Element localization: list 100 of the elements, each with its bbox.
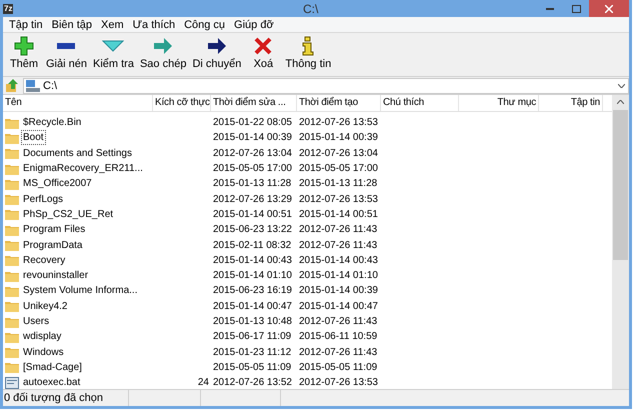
close-button[interactable] [589, 0, 629, 17]
menu-item[interactable]: Công cụ [180, 18, 230, 32]
table-cell: 2015-05-05 11:09 [299, 362, 378, 373]
folder-icon [5, 346, 19, 358]
toolbar-button[interactable]: Di chuyển [189, 36, 244, 71]
folder-icon [5, 316, 19, 328]
scrollbar[interactable] [612, 95, 629, 389]
column-header[interactable]: Kích cỡ thực [153, 95, 211, 111]
app-logo: 7z [3, 4, 14, 14]
table-cell: 2015-01-14 00:39 [299, 132, 378, 144]
column-header[interactable]: Tập tin [539, 95, 603, 111]
file-name[interactable]: Recovery [22, 254, 66, 267]
table-cell: 2015-01-14 00:51 [213, 208, 292, 220]
column-header[interactable]: Chú thích [381, 95, 459, 111]
menu-item[interactable]: Giúp đỡ [230, 18, 278, 32]
file-name[interactable]: revouninstaller [22, 269, 90, 282]
file-name[interactable]: Unikey4.2 [22, 300, 68, 313]
file-name[interactable]: [Smad-Cage] [22, 360, 83, 374]
folder-icon [5, 300, 19, 312]
close-icon [605, 4, 613, 12]
menu-item[interactable]: Xem [97, 18, 128, 32]
address-field[interactable]: C:\ [23, 78, 629, 94]
file-name[interactable]: EnigmaRecovery_ER211... [22, 162, 144, 176]
folder-icon [5, 208, 19, 220]
table-cell: 2012-07-26 11:43 [299, 240, 378, 251]
folder-up-icon [6, 79, 18, 92]
column-header[interactable]: Thời điểm sửa ... [211, 95, 297, 111]
table-cell: 2012-07-26 13:52 [213, 377, 292, 388]
folder-icon [5, 254, 19, 266]
table-cell: 2012-07-26 11:43 [299, 224, 378, 236]
toolbar-button[interactable]: Giải nén [43, 36, 90, 71]
file-name[interactable]: $Recycle.Bin [22, 116, 82, 130]
table-cell: 2015-05-05 17:00 [213, 163, 292, 174]
up-folder-button[interactable] [5, 78, 19, 92]
arrow-right-icon [152, 36, 174, 56]
table-cell: 2015-01-14 01:10 [213, 270, 292, 282]
file-name[interactable]: System Volume Informa... [22, 284, 138, 298]
table-cell: 2015-01-14 00:43 [299, 254, 378, 266]
table-cell: 2015-01-14 00:47 [299, 300, 378, 312]
file-name[interactable]: Users [22, 315, 50, 328]
table-cell: 2012-07-26 13:29 [213, 194, 292, 205]
toolbar-button[interactable]: Kiểm tra [90, 36, 137, 71]
file-name[interactable]: ProgramData [22, 238, 84, 252]
folder-icon [5, 224, 19, 236]
column-header[interactable]: Thời điểm tạo [297, 95, 381, 111]
folder-icon [5, 193, 19, 206]
menu-item[interactable]: Biên tập [48, 18, 96, 32]
info-icon [301, 36, 316, 56]
table-cell: 2015-01-14 00:39 [299, 285, 378, 296]
file-name[interactable]: Windows [22, 346, 65, 359]
table-cell: 2015-05-05 17:00 [299, 163, 378, 174]
table-cell: 2015-06-11 10:59 [299, 331, 378, 342]
table-cell: 2015-01-14 00:39 [213, 132, 292, 144]
file-name[interactable]: Boot [22, 131, 45, 144]
status-text: 0 đối tượng đã chọn [3, 390, 129, 406]
maximize-icon [572, 4, 580, 12]
table-cell: 2012-07-26 13:53 [299, 117, 378, 128]
folder-icon [5, 330, 19, 343]
close-icon [253, 36, 274, 56]
menu-item[interactable]: Tập tin [5, 18, 47, 32]
file-name[interactable]: Program Files [22, 223, 86, 236]
table-cell: 2015-01-14 00:47 [213, 300, 292, 312]
file-name[interactable]: PerfLogs [22, 192, 64, 206]
folder-icon [5, 270, 19, 282]
drive-icon [26, 80, 40, 92]
table-cell: 24 [198, 377, 209, 388]
column-header[interactable]: Thư mục [459, 95, 539, 111]
folder-icon [5, 162, 19, 175]
table-cell: 2015-01-13 11:28 [213, 178, 292, 190]
scroll-thumb[interactable] [613, 110, 628, 260]
toolbar-button[interactable]: Xoá [244, 36, 282, 71]
table-cell: 2015-01-22 08:05 [213, 117, 292, 128]
file-name[interactable]: Documents and Settings [22, 146, 133, 160]
folder-icon [5, 178, 19, 190]
file-name[interactable]: wdisplay [22, 330, 62, 344]
table-cell: 2015-01-13 10:48 [213, 316, 292, 327]
column-header[interactable]: Tên [3, 95, 153, 111]
file-name[interactable]: autoexec.bat [22, 376, 82, 389]
folder-icon [5, 132, 19, 144]
toolbar-button[interactable]: Thêm [5, 36, 43, 71]
toolbar-button[interactable]: Sao chép [136, 36, 190, 71]
toolbar-button[interactable]: Thông tin [282, 36, 334, 71]
file-icon [5, 376, 19, 389]
table-cell: 2015-01-14 00:51 [299, 208, 378, 220]
table-cell: 2015-01-14 01:10 [299, 270, 378, 282]
table-cell: 2012-07-26 13:53 [299, 194, 378, 205]
table-cell: 2015-06-23 13:22 [213, 224, 292, 236]
minimize-icon [546, 8, 554, 10]
file-name[interactable]: MS_Office2007 [22, 177, 93, 190]
scroll-up-icon [617, 100, 624, 104]
table-cell: 2015-06-17 11:09 [213, 331, 292, 342]
table-cell: 2012-07-26 11:43 [299, 316, 378, 327]
folder-icon [5, 284, 19, 297]
table-cell: 2015-05-05 11:09 [213, 362, 292, 373]
table-cell: 2015-06-23 16:19 [213, 285, 292, 296]
menu-item[interactable]: Ưa thích [128, 18, 180, 32]
folder-icon [5, 147, 19, 160]
arrow-right-icon [206, 36, 228, 56]
table-cell: 2015-01-14 00:43 [213, 254, 292, 266]
file-name[interactable]: PhSp_CS2_UE_Ret [22, 208, 114, 221]
